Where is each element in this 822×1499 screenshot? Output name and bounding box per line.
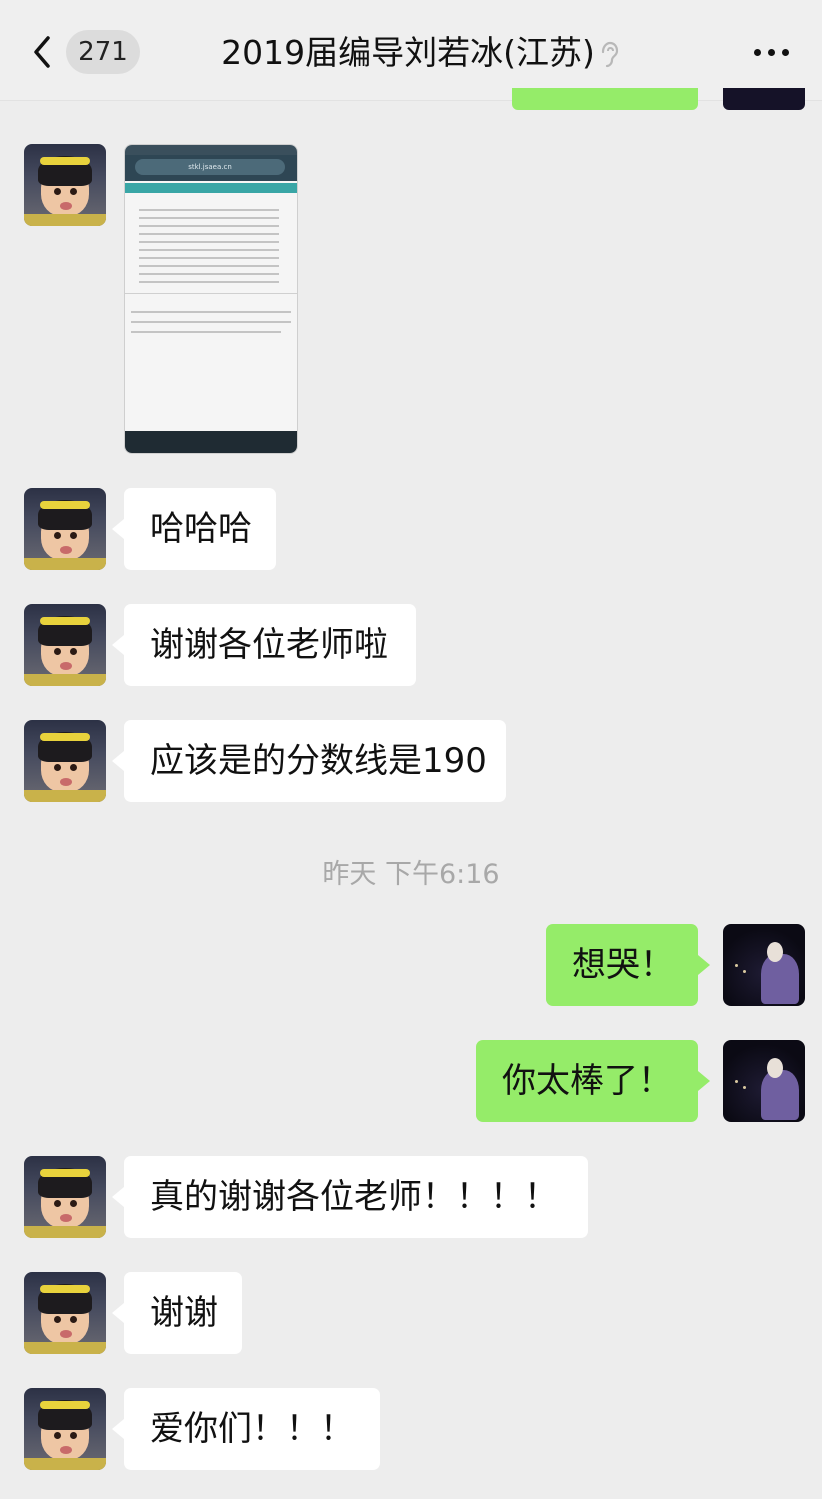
avatar-mouth	[60, 1446, 72, 1454]
previous-bubble-edge	[512, 88, 698, 110]
avatar-headband	[40, 617, 90, 625]
message-bubble[interactable]: 真的谢谢各位老师！！！！	[112, 1156, 588, 1238]
screenshot-banner	[125, 183, 297, 193]
unread-count-badge[interactable]: 271	[66, 30, 140, 74]
more-dots-icon[interactable]	[750, 34, 794, 70]
avatar-eye	[54, 1316, 61, 1323]
screenshot-text-line	[131, 321, 291, 323]
message-bubble[interactable]: 应该是的分数线是190	[112, 720, 506, 802]
screenshot-row	[139, 233, 279, 235]
ear-icon	[599, 30, 619, 80]
screenshot-row	[139, 273, 279, 275]
contact-avatar[interactable]	[24, 604, 106, 686]
avatar-light	[743, 1086, 746, 1089]
message-bubble[interactable]: 谢谢各位老师啦	[112, 604, 416, 686]
screenshot-row	[139, 265, 279, 267]
avatar-headband	[40, 1285, 90, 1293]
screenshot-row	[139, 225, 279, 227]
screenshot-row	[139, 281, 279, 283]
message-bubble[interactable]: 谢谢	[112, 1272, 242, 1354]
avatar-light	[743, 970, 746, 973]
avatar-shirt	[24, 1342, 106, 1354]
contact-avatar[interactable]	[24, 144, 106, 226]
avatar-headband	[40, 157, 90, 165]
image-message-score-screenshot[interactable]: stkl.jsaea.cn	[124, 144, 298, 454]
screenshot-toolbar	[125, 431, 297, 453]
avatar-mouth	[60, 546, 72, 554]
screenshot-row	[139, 257, 279, 259]
avatar-head	[767, 1058, 783, 1078]
chat-title: 2019届编导刘若冰(江苏)	[221, 33, 595, 72]
contact-avatar[interactable]	[24, 488, 106, 570]
avatar-light	[735, 1080, 738, 1083]
avatar-shirt	[24, 214, 106, 226]
avatar-eye	[54, 648, 61, 655]
chat-header: 271 2019届编导刘若冰(江苏)	[0, 0, 822, 101]
screenshot-text-line	[131, 331, 281, 333]
avatar-eye	[70, 532, 77, 539]
chat-title-wrap: 2019届编导刘若冰(江苏)	[160, 28, 680, 78]
message-bubble-self[interactable]: 你太棒了！	[476, 1040, 710, 1122]
avatar-eye	[54, 1432, 61, 1439]
self-avatar[interactable]	[723, 924, 805, 1006]
avatar-body	[761, 954, 799, 1004]
avatar-headband	[40, 733, 90, 741]
contact-avatar[interactable]	[24, 720, 106, 802]
avatar-headband	[40, 501, 90, 509]
avatar-headband	[40, 1401, 90, 1409]
avatar-mouth	[60, 778, 72, 786]
avatar-mouth	[60, 202, 72, 210]
message-bubble-self[interactable]: 想哭！	[546, 924, 710, 1006]
screenshot-row	[139, 217, 279, 219]
screenshot-row	[139, 249, 279, 251]
avatar-headband	[40, 1169, 90, 1177]
avatar-shirt	[24, 674, 106, 686]
screenshot-row	[139, 241, 279, 243]
avatar-head	[767, 942, 783, 962]
message-bubble[interactable]: 爱你们！！！	[112, 1388, 380, 1470]
avatar-eye	[54, 188, 61, 195]
message-bubble[interactable]: 哈哈哈	[112, 488, 276, 570]
screenshot-text-line	[131, 311, 291, 313]
avatar-eye	[54, 532, 61, 539]
avatar-mouth	[60, 662, 72, 670]
avatar-shirt	[24, 1226, 106, 1238]
contact-avatar[interactable]	[24, 1272, 106, 1354]
avatar-shirt	[24, 558, 106, 570]
avatar-mouth	[60, 1330, 72, 1338]
contact-avatar[interactable]	[24, 1388, 106, 1470]
avatar-eye	[70, 1316, 77, 1323]
avatar-light	[735, 964, 738, 967]
avatar-eye	[70, 188, 77, 195]
chevron-left-icon[interactable]	[28, 30, 58, 74]
contact-avatar[interactable]	[24, 1156, 106, 1238]
avatar-mouth	[60, 1214, 72, 1222]
avatar-eye	[54, 764, 61, 771]
avatar-eye	[70, 1200, 77, 1207]
timestamp: 昨天 下午6:16	[322, 859, 500, 890]
avatar-shirt	[24, 1458, 106, 1470]
avatar-eye	[70, 1432, 77, 1439]
screenshot-status-bar	[125, 145, 297, 155]
screenshot-url: stkl.jsaea.cn	[135, 159, 285, 175]
avatar-eye	[70, 648, 77, 655]
screenshot-divider	[125, 293, 297, 294]
avatar-body	[761, 1070, 799, 1120]
screenshot-row	[139, 209, 279, 211]
avatar-eye	[70, 764, 77, 771]
self-avatar[interactable]	[723, 1040, 805, 1122]
previous-avatar-edge	[723, 88, 805, 110]
avatar-shirt	[24, 790, 106, 802]
avatar-eye	[54, 1200, 61, 1207]
screenshot-url-bar: stkl.jsaea.cn	[125, 155, 297, 181]
